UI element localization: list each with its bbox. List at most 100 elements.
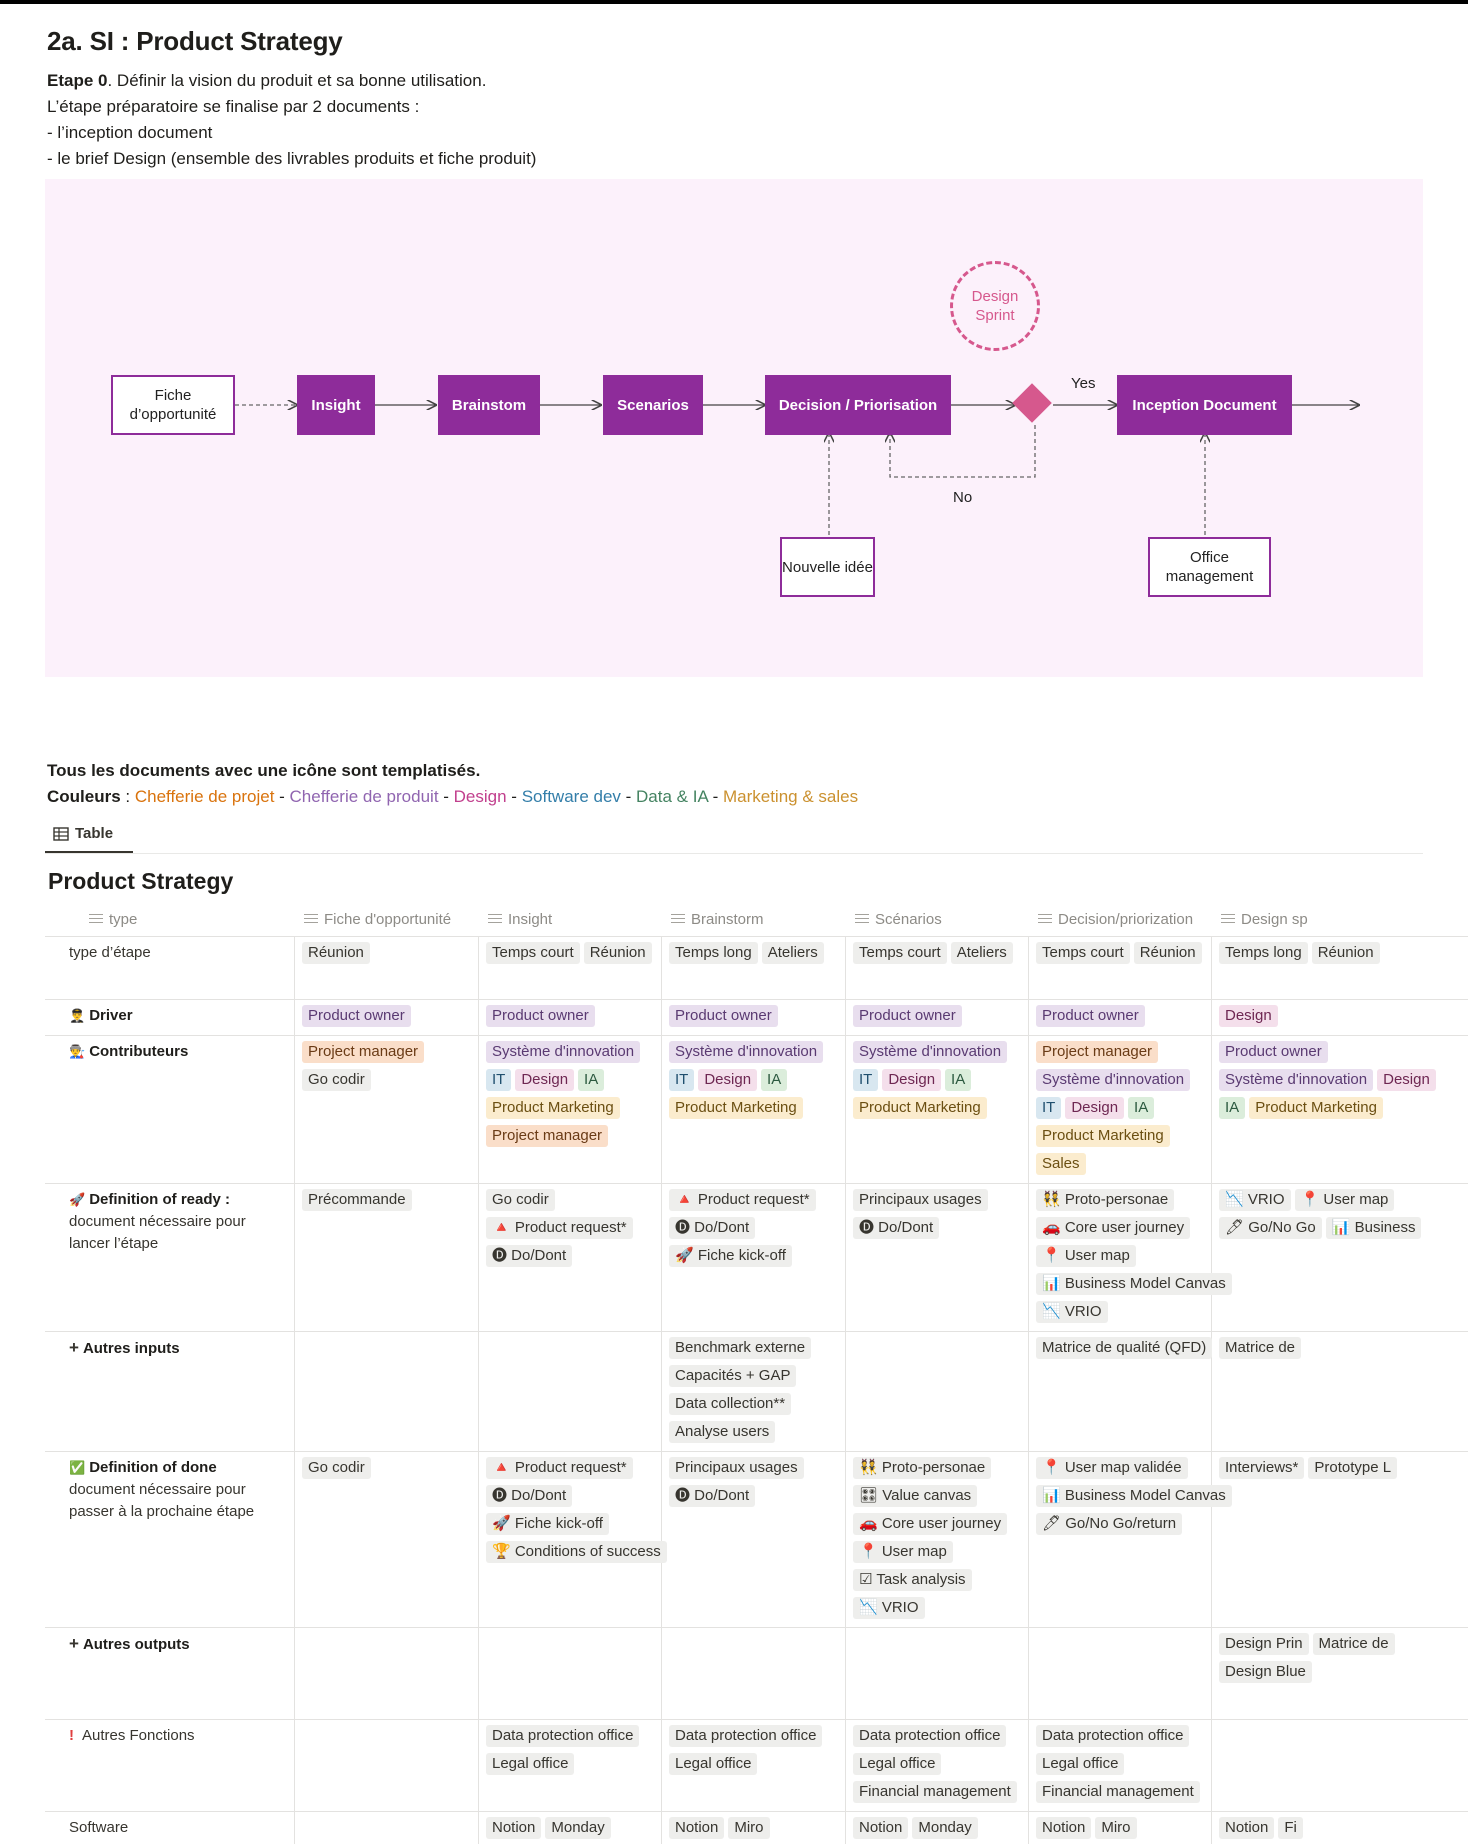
table-cell[interactable]: Design Prin Matrice deDesign Blue — [1219, 1633, 1468, 1689]
table-cell[interactable]: Go codir — [302, 1457, 474, 1485]
table-cell[interactable]: 🔺 Product request* 🅓 Do/Dont 🚀 Fiche kick-… — [486, 1457, 667, 1569]
tag-pill: Notion — [486, 1817, 542, 1839]
table-cell[interactable]: Système d'innovation IT Design IA Product Ma… — [486, 1041, 657, 1153]
row-label-text: Driver — [89, 1007, 133, 1024]
row-icon: ✅ — [69, 1460, 86, 1475]
tag-pill: Product Marketing — [853, 1097, 987, 1119]
table-cell[interactable]: 📉 VRIO 📍 User map 🖊 Go/No Go 📊 Business — [1219, 1189, 1468, 1245]
column-header[interactable]: Scénarios — [855, 902, 942, 936]
table-cell[interactable]: NotionMiroMonday — [669, 1817, 841, 1844]
tag-pill: 🏆 Conditions of success — [486, 1541, 667, 1563]
table-cell[interactable]: Notion Monday — [486, 1817, 657, 1844]
table-cell[interactable]: Temps long Ateliers — [669, 942, 841, 970]
column-header[interactable]: type — [89, 902, 137, 936]
tag-pill: Précommande — [302, 1189, 412, 1211]
tag-pill: 🅓 Do/Dont — [486, 1245, 573, 1267]
page-title: 2a. SI : Product Strategy — [47, 26, 343, 56]
tag-pill: 🚗 Core user journey — [853, 1513, 1008, 1535]
table-cell[interactable]: Data protection office Legal office Financ… — [853, 1725, 1024, 1809]
row-label-type-etape[interactable]: type d’étape — [69, 942, 264, 964]
table-cell[interactable]: Système d'innovation IT Design IA Product Ma… — [853, 1041, 1024, 1125]
table-cell[interactable]: 🔺 Product request* 🅓 Do/Dont 🚀 Fiche kick-… — [669, 1189, 841, 1273]
table-cell[interactable]: Project manager Système d'innovation IT Des… — [1036, 1041, 1207, 1181]
row-label-dor[interactable]: 🚀 Definition of ready : document nécessair… — [69, 1189, 264, 1255]
row-label-inputs[interactable]: + Autres inputs — [69, 1337, 264, 1360]
tag-pill: IA — [761, 1069, 788, 1091]
tag-pill: Sales — [1036, 1153, 1086, 1175]
table-cell[interactable]: Notion Fi — [1219, 1817, 1468, 1844]
table-cell[interactable]: Temps court Ateliers — [853, 942, 1024, 970]
row-label-contrib[interactable]: 👨‍🏭 Contributeurs — [69, 1041, 264, 1063]
table-cell[interactable]: Product owner — [302, 1005, 474, 1033]
row-label-outputs[interactable]: + Autres outputs — [69, 1633, 264, 1656]
row-icon: 👨‍🏭 — [69, 1044, 86, 1059]
table-cell[interactable]: Project manager Go codir — [302, 1041, 474, 1097]
tag-pill: Notion — [669, 1817, 725, 1839]
tag-pill: Miro — [728, 1817, 770, 1839]
row-label-line: document nécessaire pour lancer l’étape — [69, 1211, 264, 1255]
row-label-dod[interactable]: ✅ Definition of done document nécessaire p… — [69, 1457, 264, 1523]
table-cell[interactable]: Principaux usages 🅓 Do/Dont — [669, 1457, 841, 1513]
table-cell[interactable]: Design — [1219, 1005, 1468, 1033]
list-icon — [855, 913, 869, 925]
table-cell[interactable]: Benchmark externe Capacités + GAP Data col… — [669, 1337, 841, 1449]
table-cell[interactable]: 👯 Proto-personae 🎛 Value canvas 🚗 Core use… — [853, 1457, 1024, 1625]
table-cell[interactable]: Principaux usages 🅓 Do/Dont — [853, 1189, 1024, 1245]
table-cell[interactable]: Data protection office Legal office Financ… — [1036, 1725, 1207, 1809]
row-label-text: document nécessaire pour passer à la pro… — [69, 1481, 255, 1520]
tag-pill: Design — [1377, 1069, 1436, 1091]
table-cell[interactable]: Temps court Réunion — [1036, 942, 1207, 970]
table-cell[interactable]: Product owner — [1036, 1005, 1207, 1033]
table-cell[interactable]: NotionMiroMonday — [1036, 1817, 1207, 1844]
row-label-driver[interactable]: 👨‍✈️ Driver — [69, 1005, 264, 1027]
row-divider — [45, 1451, 1468, 1452]
table-cell[interactable]: Temps court Réunion — [486, 942, 657, 970]
table-cell[interactable]: Matrice de qualité (QFD) — [1036, 1337, 1213, 1365]
tag-pill: Réunion — [1133, 942, 1202, 964]
tag-pill: Design — [882, 1069, 942, 1091]
row-label-fonctions[interactable]: ! Autres Fonctions — [69, 1725, 264, 1747]
table-icon — [53, 826, 69, 841]
table-cell[interactable]: Data protection office Legal office — [486, 1725, 657, 1781]
tag-pill: Système d'innovation — [486, 1041, 641, 1063]
column-header[interactable]: Fiche d'opportunité — [304, 902, 451, 936]
row-label-software[interactable]: Software — [69, 1817, 264, 1839]
table-cell[interactable]: 👯 Proto-personae 🚗 Core user journey 📍 Use… — [1036, 1189, 1232, 1329]
column-header[interactable]: Design sp — [1221, 902, 1308, 936]
tag-pill: IA — [945, 1069, 972, 1091]
table-cell[interactable]: Product owner — [486, 1005, 657, 1033]
tag-pill: 🅓 Do/Dont — [486, 1485, 573, 1507]
table-cell[interactable]: NotionMondayMiro — [853, 1817, 1024, 1844]
table-cell[interactable]: 📍 User map validée 📊 Business Model Canva… — [1036, 1457, 1232, 1541]
table-cell[interactable]: Go codir 🔺 Product request* 🅓 Do/Dont — [486, 1189, 657, 1273]
table-cell[interactable]: Product owner — [853, 1005, 1024, 1033]
table-cell[interactable]: Précommande — [302, 1189, 474, 1217]
table-cell[interactable]: Matrice de — [1219, 1337, 1468, 1365]
intro-rest: . Définir la vision du produit et sa bon… — [107, 71, 487, 90]
tag-pill: Design — [698, 1069, 758, 1091]
tag-pill: Product owner — [486, 1005, 595, 1027]
column-header-label: Decision/priorization — [1058, 910, 1194, 928]
tab-table[interactable]: Table — [53, 825, 113, 842]
tag-pill: Notion — [1036, 1817, 1092, 1839]
tag-pill: Product owner — [302, 1005, 411, 1027]
table-cell[interactable]: Temps long Réunion — [1219, 942, 1468, 970]
table-cell[interactable]: Product owner Système d'innovation Design I… — [1219, 1041, 1468, 1125]
tag-pill: Matrice de qualité (QFD) — [1036, 1337, 1213, 1359]
office-management-node: Office management — [1148, 537, 1271, 597]
table-cell[interactable]: Réunion — [302, 942, 474, 970]
column-header[interactable]: Decision/priorization — [1038, 902, 1193, 936]
column-header-label: Design sp — [1241, 910, 1308, 928]
tag-pill: Data protection office — [853, 1725, 1007, 1747]
table-cell[interactable]: Système d'innovation IT Design IA Product Ma… — [669, 1041, 841, 1125]
nouvelle-idee-node: Nouvelle idée — [780, 537, 875, 597]
table-cell[interactable]: Data protection office Legal office — [669, 1725, 841, 1781]
table-cell[interactable]: Product owner — [669, 1005, 841, 1033]
row-label-text: Definition of done — [89, 1459, 217, 1476]
table-cell[interactable]: Interviews* Prototype L — [1219, 1457, 1468, 1485]
legend-sep: - — [274, 787, 290, 806]
column-header[interactable]: Insight — [488, 902, 552, 936]
column-header[interactable]: Brainstorm — [671, 902, 764, 936]
tag-pill: Data collection** — [669, 1393, 792, 1415]
database-title[interactable]: Product Strategy — [48, 868, 233, 895]
